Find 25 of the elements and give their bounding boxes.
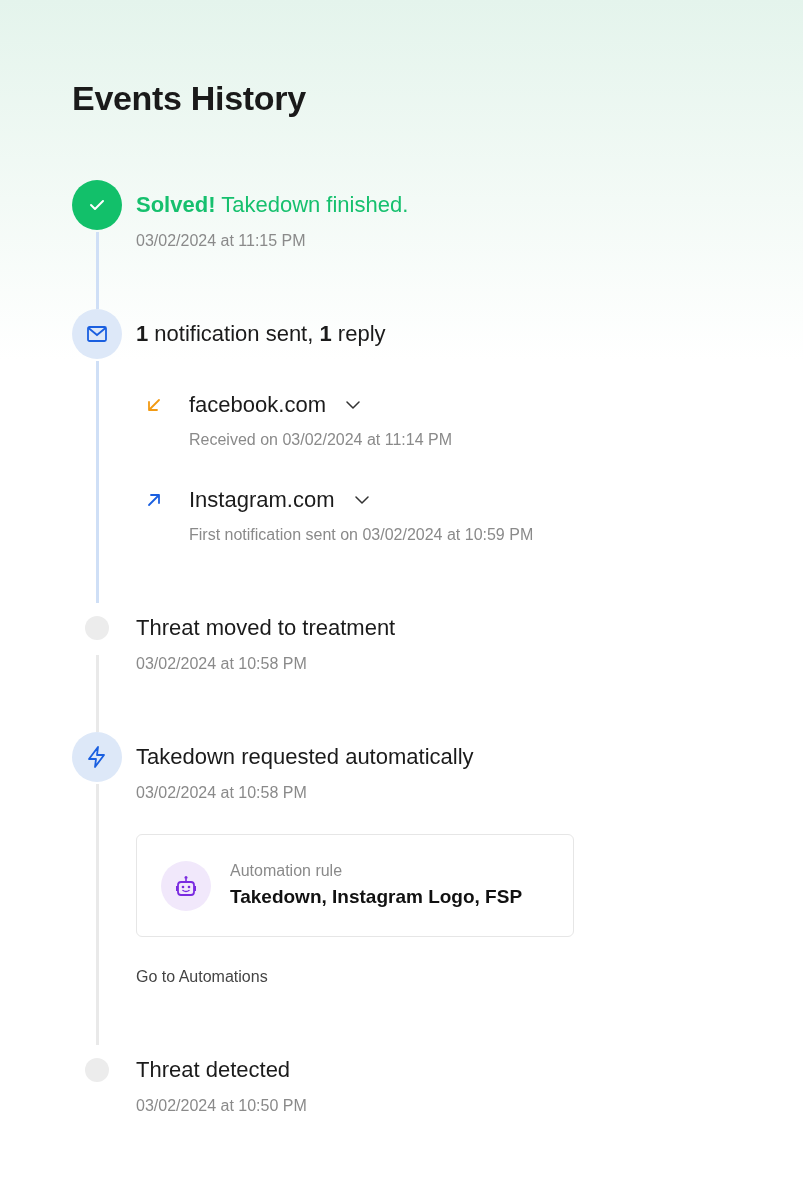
message-detail: Received on 03/02/2024 at 11:14 PM — [189, 430, 453, 450]
event-time: 03/02/2024 at 10:58 PM — [136, 654, 308, 674]
message-toggle[interactable]: Instagram.com — [146, 486, 369, 514]
rule-name: Takedown, Instagram Logo, FSP — [230, 884, 523, 909]
event-time: 03/02/2024 at 10:58 PM — [136, 783, 308, 803]
lightning-icon — [87, 746, 107, 768]
automations-link[interactable]: Go to Automations — [136, 966, 268, 988]
event-title: Takedown requested automatically — [136, 743, 475, 771]
arrow-up-right-icon — [146, 492, 162, 508]
message-detail: First notification sent on 03/02/2024 at 10:59 PM — [189, 525, 535, 545]
check-icon — [89, 199, 105, 211]
robot-icon — [175, 874, 197, 897]
event-title: Solved! Takedown finished. — [136, 191, 410, 219]
event-time: 03/02/2024 at 10:50 PM — [136, 1096, 308, 1116]
message-toggle[interactable]: facebook.com — [146, 391, 360, 419]
event-title: Threat detected — [136, 1056, 292, 1084]
arrow-down-left-icon — [146, 397, 162, 413]
event-title: 1 notification sent, 1 reply — [136, 320, 387, 348]
caret-icon — [354, 496, 369, 504]
caret-icon — [345, 401, 360, 409]
page-title: Events History — [72, 78, 307, 118]
event-time: 03/02/2024 at 11:15 PM — [136, 231, 307, 251]
event-title: Threat moved to treatment — [136, 614, 397, 642]
rule-label: Automation rule — [230, 860, 344, 881]
envelope-icon — [87, 326, 107, 342]
